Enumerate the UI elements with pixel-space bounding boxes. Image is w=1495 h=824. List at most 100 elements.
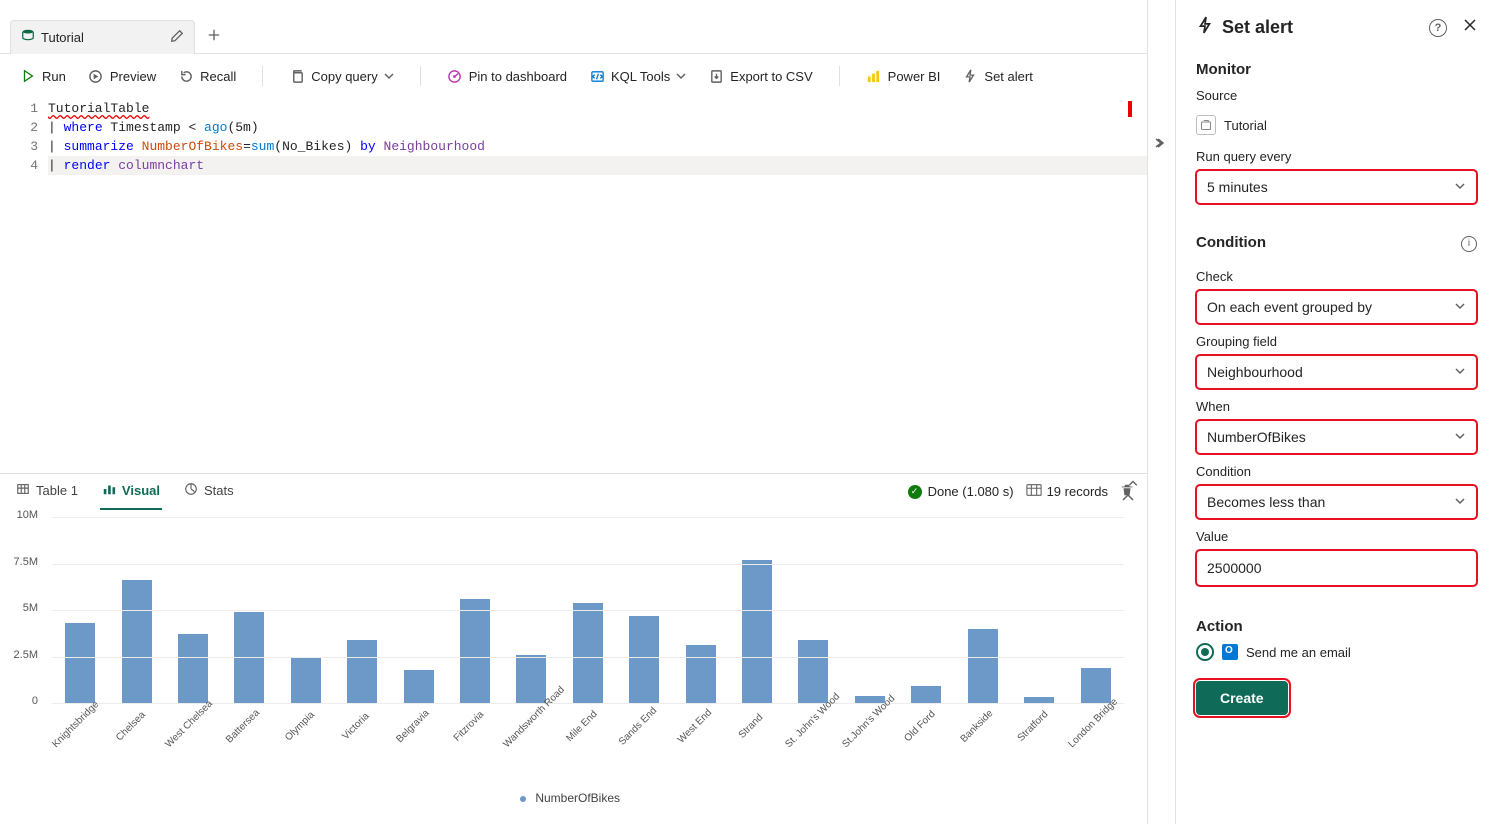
results-tab-label: Table 1	[36, 483, 78, 498]
queryset-tab[interactable]: Tutorial	[10, 20, 195, 54]
query-editor[interactable]: 1 2 3 4 TutorialTable | where Timestamp …	[0, 99, 1147, 175]
panel-title: Set alert	[1222, 17, 1293, 38]
record-count: 19 records	[1026, 483, 1108, 500]
x-tick-label: Chelsea	[107, 703, 154, 750]
chevron-up-icon[interactable]	[1122, 488, 1134, 504]
label-condition: Condition	[1196, 464, 1477, 479]
x-tick-label: Bankside	[953, 703, 1000, 750]
x-tick-label: Mile End	[558, 703, 605, 750]
set-alert-label: Set alert	[984, 69, 1032, 84]
label-when: When	[1196, 399, 1477, 414]
chart-bar	[911, 686, 941, 703]
editor-error-marker	[1128, 101, 1132, 117]
chart-bar	[1081, 668, 1111, 703]
x-tick-label: St. John's Wood	[784, 703, 831, 750]
x-tick-label: Fitzrovia	[445, 703, 492, 750]
x-tick-label: Knightsbridge	[51, 703, 98, 750]
label-run-every: Run query every	[1196, 149, 1477, 164]
results-tab-stats[interactable]: Stats	[182, 474, 236, 510]
select-value: Becomes less than	[1207, 494, 1325, 510]
recall-label: Recall	[200, 69, 236, 84]
copy-query-button[interactable]: Copy query	[287, 64, 395, 88]
action-radio-email[interactable]: Send me an email	[1196, 643, 1477, 661]
source-row: Tutorial	[1196, 109, 1477, 139]
help-icon[interactable]: ?	[1429, 19, 1447, 37]
results-tab-label: Stats	[204, 483, 234, 498]
collapse-sidebar-icon[interactable]	[1148, 130, 1172, 159]
y-tick-label: 10M	[0, 509, 38, 521]
y-tick-label: 2.5M	[0, 649, 38, 661]
outlook-icon	[1222, 644, 1238, 660]
pencil-icon[interactable]	[170, 29, 184, 46]
x-tick-label: London Bridge	[1066, 703, 1113, 750]
column-chart: 10M7.5M5M2.5M0 KnightsbridgeChelseaWest …	[0, 513, 1140, 807]
label-check: Check	[1196, 269, 1477, 284]
input-value: 2500000	[1207, 560, 1262, 576]
info-icon[interactable]: i	[1461, 236, 1477, 252]
close-icon[interactable]	[1463, 18, 1477, 37]
chart-bar	[347, 640, 377, 703]
set-alert-panel: Set alert ? Monitor Source Tutorial Run …	[1175, 0, 1495, 824]
results-tab-visual[interactable]: Visual	[100, 474, 162, 510]
chart-bar	[65, 623, 95, 703]
condition-select[interactable]: Becomes less than	[1196, 485, 1477, 519]
add-tab-button[interactable]	[195, 20, 233, 53]
select-value: On each event grouped by	[1207, 299, 1372, 315]
records-icon	[1026, 483, 1042, 500]
kql-tools-label: KQL Tools	[611, 69, 670, 84]
lightning-icon	[962, 68, 978, 84]
set-alert-button[interactable]: Set alert	[960, 64, 1034, 88]
chevron-down-icon	[676, 69, 686, 84]
chart-bar	[291, 658, 321, 703]
chevron-down-icon	[1454, 179, 1466, 195]
results-tab-table[interactable]: Table 1	[14, 474, 80, 510]
section-condition: Condition	[1196, 234, 1266, 251]
x-tick-label: Wandsworth Road	[502, 703, 549, 750]
x-tick-label: Stratford	[1009, 703, 1056, 750]
run-button[interactable]: Run	[18, 64, 68, 88]
pin-label: Pin to dashboard	[469, 69, 567, 84]
select-value: Neighbourhood	[1207, 364, 1303, 380]
power-bi-button[interactable]: Power BI	[864, 64, 943, 88]
label-value: Value	[1196, 529, 1477, 544]
legend-dot-icon	[520, 796, 526, 802]
stats-icon	[184, 482, 198, 499]
results-tab-label: Visual	[122, 483, 160, 498]
kql-tools-icon	[589, 68, 605, 84]
chevron-down-icon	[1454, 429, 1466, 445]
chart-bar	[686, 645, 716, 703]
value-input[interactable]: 2500000	[1196, 550, 1477, 586]
copy-query-label: Copy query	[311, 69, 377, 84]
label-grouping: Grouping field	[1196, 334, 1477, 349]
tab-label: Tutorial	[41, 30, 84, 45]
recall-button[interactable]: Recall	[176, 64, 238, 88]
chart-bar	[968, 629, 998, 703]
when-select[interactable]: NumberOfBikes	[1196, 420, 1477, 454]
run-every-select[interactable]: 5 minutes	[1196, 170, 1477, 204]
y-tick-label: 7.5M	[0, 556, 38, 568]
editor-gutter: 1 2 3 4	[0, 99, 48, 175]
pin-icon	[447, 68, 463, 84]
x-tick-label: West End	[671, 703, 718, 750]
x-tick-label: Strand	[727, 703, 774, 750]
pin-to-dashboard-button[interactable]: Pin to dashboard	[445, 64, 569, 88]
preview-button[interactable]: Preview	[86, 64, 158, 88]
lightning-icon	[1196, 16, 1214, 39]
section-action: Action	[1196, 618, 1477, 635]
check-select[interactable]: On each event grouped by	[1196, 290, 1477, 324]
chart-bar	[404, 670, 434, 703]
export-csv-button[interactable]: Export to CSV	[706, 64, 814, 88]
source-name: Tutorial	[1224, 118, 1267, 133]
queryset-icon	[1196, 115, 1216, 135]
kql-tools-button[interactable]: KQL Tools	[587, 64, 688, 88]
export-icon	[708, 68, 724, 84]
create-button[interactable]: Create	[1196, 681, 1288, 715]
check-icon: ✓	[908, 485, 922, 499]
x-tick-label: Sands End	[615, 703, 662, 750]
play-icon	[20, 68, 36, 84]
grouping-select[interactable]: Neighbourhood	[1196, 355, 1477, 389]
y-tick-label: 5M	[0, 602, 38, 614]
x-tick-label: Victoria	[333, 703, 380, 750]
select-value: 5 minutes	[1207, 179, 1268, 195]
chart-bar	[460, 599, 490, 703]
